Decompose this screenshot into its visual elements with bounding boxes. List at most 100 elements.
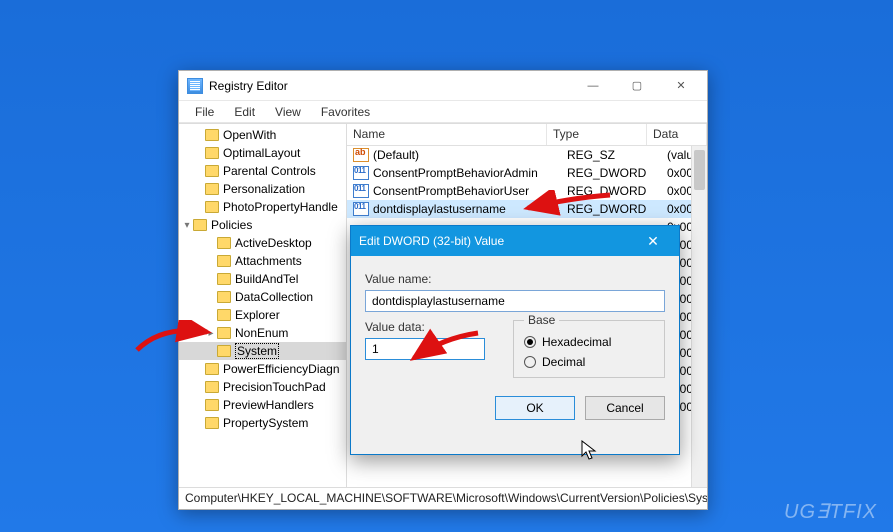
tree-item-label: ActiveDesktop — [235, 236, 312, 250]
tree-item-label: NonEnum — [235, 326, 288, 340]
tree-item-label: Attachments — [235, 254, 302, 268]
watermark-logo: UG∃TFIX — [784, 499, 877, 524]
tree-item[interactable]: Attachments — [179, 252, 346, 270]
folder-icon — [217, 273, 231, 285]
tree-item[interactable]: DataCollection — [179, 288, 346, 306]
value-type-cell: REG_DWORD — [567, 202, 667, 216]
window-title: Registry Editor — [209, 79, 571, 93]
folder-icon — [205, 417, 219, 429]
value-name-cell: ConsentPromptBehaviorUser — [373, 184, 567, 198]
tree-item[interactable]: ▾ Policies — [179, 216, 346, 234]
base-fieldset: Base Hexadecimal Decimal — [513, 320, 665, 378]
titlebar[interactable]: Registry Editor — ▢ ✕ — [179, 71, 707, 101]
menubar: File Edit View Favorites — [179, 101, 707, 123]
folder-icon — [217, 327, 231, 339]
tree-item[interactable]: OptimalLayout — [179, 144, 346, 162]
tree-item[interactable]: PhotoPropertyHandle — [179, 198, 346, 216]
tree-item-label: PhotoPropertyHandle — [223, 200, 338, 214]
menu-file[interactable]: File — [185, 103, 224, 121]
tree-item[interactable]: Explorer — [179, 306, 346, 324]
value-row[interactable]: (Default)REG_SZ(valu — [347, 146, 707, 164]
folder-icon — [217, 291, 231, 303]
tree-item[interactable]: BuildAndTel — [179, 270, 346, 288]
value-name-label: Value name: — [365, 272, 665, 286]
ok-button[interactable]: OK — [495, 396, 575, 420]
edit-dword-dialog: Edit DWORD (32-bit) Value ✕ Value name: … — [350, 225, 680, 455]
value-data-input[interactable] — [365, 338, 485, 360]
dialog-titlebar[interactable]: Edit DWORD (32-bit) Value ✕ — [351, 226, 679, 256]
folder-icon — [217, 345, 231, 357]
folder-icon — [217, 309, 231, 321]
tree-item-label: PowerEfficiencyDiagn — [223, 362, 340, 376]
tree-item[interactable]: PropertySystem — [179, 414, 346, 432]
base-legend: Base — [524, 313, 559, 327]
dword-value-icon — [353, 166, 369, 180]
tree-item[interactable]: PrecisionTouchPad — [179, 378, 346, 396]
registry-tree[interactable]: OpenWith OptimalLayout Parental Controls Pe… — [179, 124, 347, 487]
tree-item[interactable]: OpenWith — [179, 126, 346, 144]
value-name-cell: ConsentPromptBehaviorAdmin — [373, 166, 567, 180]
minimize-button[interactable]: — — [571, 72, 615, 100]
folder-icon — [205, 399, 219, 411]
folder-icon — [205, 363, 219, 375]
column-name[interactable]: Name — [347, 124, 547, 145]
tree-item-label: BuildAndTel — [235, 272, 298, 286]
tree-item-label: Explorer — [235, 308, 280, 322]
value-name-input[interactable] — [365, 290, 665, 312]
value-data-label: Value data: — [365, 320, 495, 334]
dword-value-icon — [353, 184, 369, 198]
tree-item[interactable]: ▸ NonEnum — [179, 324, 346, 342]
folder-icon — [205, 165, 219, 177]
tree-item[interactable]: PreviewHandlers — [179, 396, 346, 414]
menu-edit[interactable]: Edit — [224, 103, 265, 121]
tree-item-label: PropertySystem — [223, 416, 308, 430]
tree-item-label: OpenWith — [223, 128, 276, 142]
expand-chevron-icon[interactable]: ▾ — [181, 220, 193, 231]
maximize-button[interactable]: ▢ — [615, 72, 659, 100]
tree-item[interactable]: Parental Controls — [179, 162, 346, 180]
radio-hexadecimal[interactable]: Hexadecimal — [524, 335, 654, 349]
column-type[interactable]: Type — [547, 124, 647, 145]
folder-icon — [205, 201, 219, 213]
string-value-icon — [353, 148, 369, 162]
column-data[interactable]: Data — [647, 124, 707, 145]
radio-hex-icon — [524, 336, 536, 348]
folder-icon — [217, 237, 231, 249]
dialog-close-button[interactable]: ✕ — [635, 229, 671, 253]
tree-item-label: OptimalLayout — [223, 146, 300, 160]
tree-item-label: PrecisionTouchPad — [223, 380, 326, 394]
folder-icon — [205, 129, 219, 141]
tree-item[interactable]: PowerEfficiencyDiagn — [179, 360, 346, 378]
scrollbar-thumb[interactable] — [694, 150, 705, 190]
tree-item[interactable]: ActiveDesktop — [179, 234, 346, 252]
menu-view[interactable]: View — [265, 103, 311, 121]
tree-item[interactable]: System — [179, 342, 346, 360]
value-type-cell: REG_SZ — [567, 148, 667, 162]
tree-item-label: Policies — [211, 218, 252, 232]
menu-favorites[interactable]: Favorites — [311, 103, 380, 121]
folder-icon — [205, 183, 219, 195]
tree-item-label: PreviewHandlers — [223, 398, 314, 412]
expand-chevron-icon[interactable]: ▸ — [205, 328, 217, 339]
status-bar: Computer\HKEY_LOCAL_MACHINE\SOFTWARE\Mic… — [179, 487, 707, 509]
dialog-title: Edit DWORD (32-bit) Value — [359, 234, 504, 248]
tree-item[interactable]: Personalization — [179, 180, 346, 198]
folder-icon — [205, 381, 219, 393]
tree-item-label: Personalization — [223, 182, 305, 196]
value-row[interactable]: ConsentPromptBehaviorUserREG_DWORD0x000 — [347, 182, 707, 200]
dword-value-icon — [353, 202, 369, 216]
tree-item-label: System — [235, 343, 279, 359]
close-button[interactable]: ✕ — [659, 72, 703, 100]
radio-dec-icon — [524, 356, 536, 368]
folder-icon — [205, 147, 219, 159]
tree-item-label: Parental Controls — [223, 164, 316, 178]
value-type-cell: REG_DWORD — [567, 166, 667, 180]
value-type-cell: REG_DWORD — [567, 184, 667, 198]
tree-item-label: DataCollection — [235, 290, 313, 304]
value-row[interactable]: dontdisplaylastusernameREG_DWORD0x000 — [347, 200, 707, 218]
vertical-scrollbar[interactable] — [691, 146, 707, 487]
value-name-cell: (Default) — [373, 148, 567, 162]
cancel-button[interactable]: Cancel — [585, 396, 665, 420]
radio-decimal[interactable]: Decimal — [524, 355, 654, 369]
value-row[interactable]: ConsentPromptBehaviorAdminREG_DWORD0x000 — [347, 164, 707, 182]
